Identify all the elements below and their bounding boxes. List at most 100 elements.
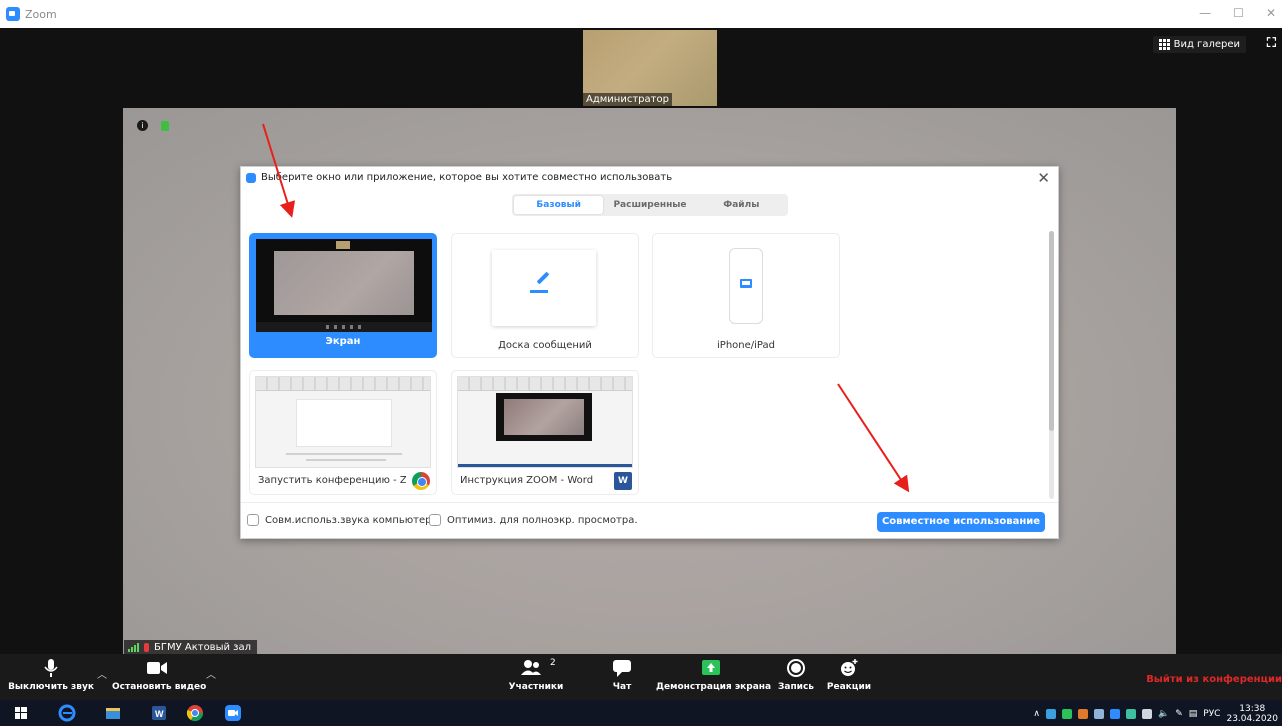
meeting-toolbar: Выключить звук ︿ Остановить видео ︿ 2 Уч… [0, 654, 1282, 700]
record-button[interactable]: Запись [774, 658, 818, 692]
tile-label: iPhone/iPad [717, 340, 775, 351]
minimize-button[interactable]: — [1199, 6, 1211, 20]
word-icon: W [614, 472, 632, 490]
screen-preview [256, 239, 432, 332]
chat-button[interactable]: Чат [604, 658, 640, 692]
tile-label: Запустить конференцию - Zoo... [258, 475, 406, 486]
input-language[interactable]: РУС [1203, 709, 1220, 719]
network-icon[interactable] [1141, 709, 1152, 719]
share-tile-chrome-window[interactable]: Запустить конференцию - Zoo... [249, 370, 437, 495]
video-camera-icon [112, 658, 202, 678]
file-explorer-icon[interactable] [104, 704, 122, 722]
share-tile-whiteboard[interactable]: Доска сообщений [451, 233, 639, 358]
reactions-emoji-icon [824, 658, 874, 678]
window-titlebar: Zoom — ☐ ✕ [0, 0, 1282, 28]
gallery-view-button[interactable]: Вид галереи [1152, 36, 1246, 53]
participants-button[interactable]: 2 Участники [504, 658, 568, 692]
tray-app-icon[interactable] [1093, 709, 1104, 719]
reactions-label: Реакции [826, 682, 872, 692]
checkbox-box[interactable] [247, 514, 259, 526]
tile-label: Инструкция ZOOM - Word [460, 475, 594, 486]
checkbox-box[interactable] [429, 514, 441, 526]
participants-count: 2 [550, 658, 556, 668]
tile-label: Экран [325, 336, 361, 347]
share-screen-icon [656, 658, 766, 678]
participants-icon: 2 [504, 658, 568, 678]
edge-browser-icon[interactable] [58, 704, 76, 722]
share-audio-checkbox[interactable]: Совм.использ.звука компьютера [247, 514, 438, 526]
optimize-fullscreen-checkbox[interactable]: Оптимиз. для полноэкр. просмотра. [429, 514, 638, 526]
share-options-grid: Экран Доска сообщений iPhone/iPad Запуст… [249, 233, 1045, 501]
leave-meeting-button[interactable]: Выйти из конференции [1146, 674, 1282, 685]
fullscreen-icon[interactable]: ⛶ [1267, 36, 1276, 51]
mute-label: Выключить звук [8, 682, 94, 692]
window-title: Zoom [25, 7, 57, 21]
close-icon[interactable]: ✕ [1037, 169, 1050, 187]
share-tile-word-window[interactable]: Инструкция ZOOM - Word W [451, 370, 639, 495]
airplay-icon [740, 279, 752, 288]
chrome-taskbar-icon[interactable] [186, 704, 204, 722]
keyboard-icon[interactable]: ▤ [1189, 709, 1198, 719]
gallery-view-label: Вид галереи [1173, 39, 1240, 50]
chat-icon [604, 658, 640, 678]
window-preview [457, 376, 633, 468]
dialog-scrollbar[interactable] [1049, 231, 1054, 499]
record-label: Запись [777, 682, 815, 692]
tray-app-icon[interactable] [1045, 709, 1056, 719]
video-options-chevron-icon[interactable]: ︿ [206, 666, 216, 681]
tab-files[interactable]: Файлы [697, 196, 786, 214]
checkbox-label: Совм.использ.звука компьютера [265, 514, 438, 526]
reactions-button[interactable]: Реакции [824, 658, 874, 692]
info-icon[interactable]: i [137, 120, 148, 131]
tile-label: Доска сообщений [498, 340, 592, 351]
close-window-button[interactable]: ✕ [1266, 6, 1276, 20]
word-taskbar-icon[interactable]: W [150, 704, 168, 722]
chrome-icon [412, 472, 430, 490]
volume-icon[interactable]: 🔈 [1158, 709, 1169, 719]
microphone-icon [8, 658, 94, 678]
share-tile-iphone[interactable]: iPhone/iPad [652, 233, 840, 358]
mute-button[interactable]: Выключить звук [8, 658, 94, 692]
clock-time: 13:38 [1239, 704, 1266, 714]
tray-app-icon[interactable] [1077, 709, 1088, 719]
window-controls: — ☐ ✕ [1199, 6, 1276, 20]
dialog-footer: Совм.использ.звука компьютера Оптимиз. д… [241, 502, 1058, 538]
share-button[interactable]: Совместное использование [877, 512, 1045, 532]
security-shield-icon[interactable] [161, 121, 169, 131]
bluetooth-icon[interactable] [1109, 709, 1120, 719]
pen-icon[interactable]: ✎ [1175, 709, 1183, 719]
windows-taskbar: W ∧ 🔈 ✎ ▤ РУС 13:38 23.04.2020 [0, 700, 1282, 726]
window-preview [255, 376, 431, 468]
chat-label: Чат [612, 682, 632, 692]
dialog-title-text: Выберите окно или приложение, которое вы… [261, 172, 673, 183]
zoom-taskbar-icon[interactable] [224, 704, 242, 722]
share-tile-screen[interactable]: Экран [249, 233, 437, 358]
share-tabs: Базовый Расширенные Файлы [512, 194, 788, 216]
grid-icon [1158, 39, 1170, 50]
share-screen-button[interactable]: Демонстрация экрана [656, 658, 771, 692]
participant-thumbnail[interactable]: Администратор [583, 30, 717, 106]
phone-preview [729, 248, 763, 324]
pencil-icon [536, 271, 550, 285]
record-icon [774, 658, 818, 678]
muted-mic-icon [144, 643, 149, 652]
share-screen-dialog: Выберите окно или приложение, которое вы… [240, 166, 1059, 539]
participants-label: Участники [508, 682, 564, 692]
checkbox-label: Оптимиз. для полноэкр. просмотра. [447, 514, 638, 526]
thumbnail-name: Администратор [583, 93, 672, 106]
tray-app-icon[interactable] [1125, 709, 1136, 719]
audio-options-chevron-icon[interactable]: ︿ [97, 666, 107, 681]
windows-start-icon[interactable] [12, 704, 30, 722]
signal-strength-icon [128, 643, 139, 652]
tab-advanced[interactable]: Расширенные [605, 196, 694, 214]
tray-shield-icon[interactable] [1061, 709, 1072, 719]
video-label: Остановить видео [112, 682, 207, 692]
stop-video-button[interactable]: Остановить видео [112, 658, 207, 692]
zoom-logo-icon [246, 172, 256, 183]
maximize-button[interactable]: ☐ [1233, 6, 1244, 20]
tab-basic[interactable]: Базовый [514, 196, 604, 214]
dialog-title: Выберите окно или приложение, которое вы… [246, 172, 672, 183]
tray-expand-chevron-icon[interactable]: ∧ [1033, 709, 1040, 719]
system-tray: ∧ 🔈 ✎ ▤ РУС 13:38 23.04.2020 [1033, 702, 1282, 726]
clock[interactable]: 13:38 23.04.2020 [1226, 704, 1278, 724]
